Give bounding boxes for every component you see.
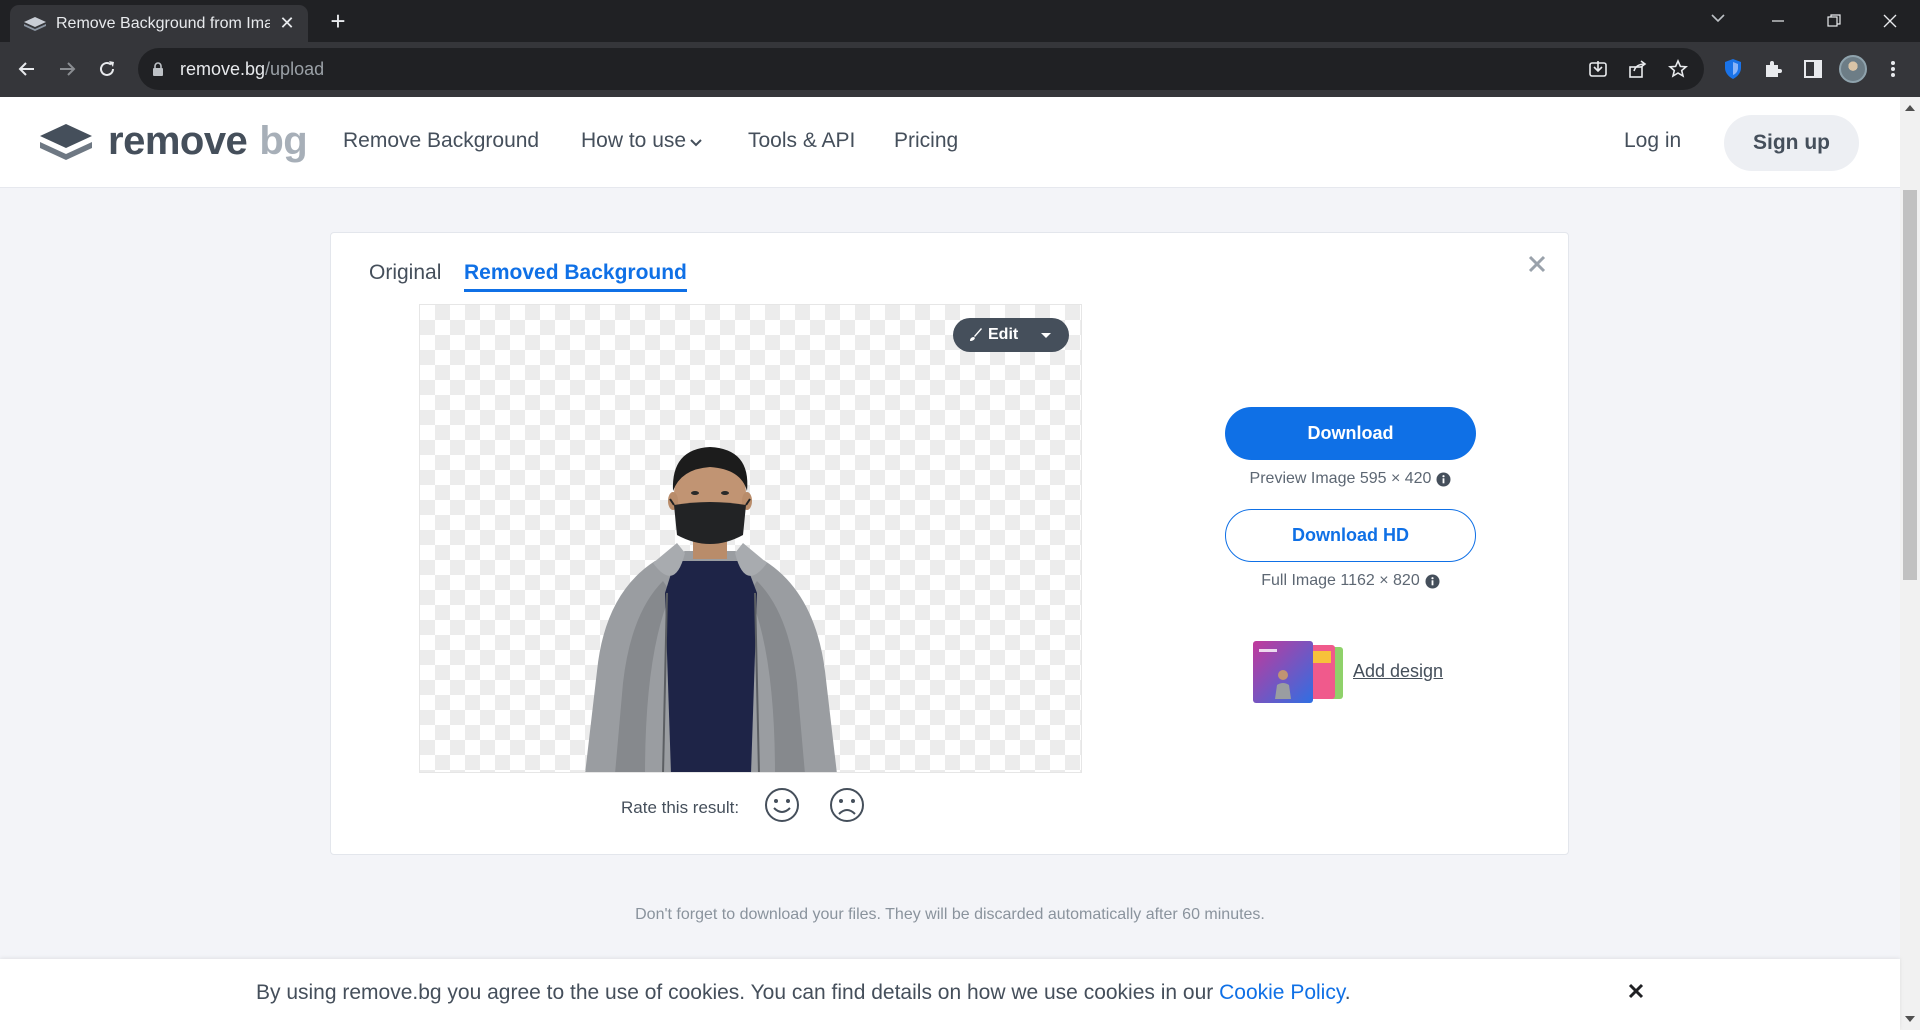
edit-label: Edit (988, 326, 1019, 343)
close-icon[interactable] (1526, 253, 1548, 275)
scroll-up-icon[interactable] (1905, 105, 1915, 111)
back-button[interactable] (14, 56, 40, 82)
download-hd-button[interactable]: Download HD (1225, 509, 1476, 562)
brush-icon (970, 328, 982, 341)
new-tab-button[interactable]: + (326, 8, 350, 34)
removebg-favicon-icon (24, 16, 46, 31)
frown-icon[interactable] (828, 786, 866, 824)
download-button[interactable]: Download (1225, 407, 1476, 460)
nav-pricing[interactable]: Pricing (894, 129, 958, 153)
full-image-info: Full Image 1162 × 820 (1225, 572, 1476, 590)
smile-icon[interactable] (763, 786, 801, 824)
site-header: remove bg Remove Background How to use T… (0, 97, 1900, 187)
nav-tools-api[interactable]: Tools & API (748, 129, 855, 153)
nav-how-to-use[interactable]: How to use (581, 129, 702, 153)
edit-dropdown-caret-icon[interactable] (1041, 332, 1051, 338)
close-window-icon (1883, 14, 1897, 28)
url-path: /upload (265, 58, 325, 79)
add-design-thumbnail[interactable] (1253, 641, 1345, 703)
info-icon[interactable] (1425, 574, 1440, 589)
extension-shield-button[interactable] (1720, 56, 1746, 82)
address-bar[interactable]: remove.bg/upload (138, 48, 1704, 90)
scrollbar-thumb[interactable] (1903, 190, 1917, 580)
sidepanel-icon (1804, 60, 1822, 78)
bookmark-button[interactable] (1666, 57, 1690, 81)
install-icon (1589, 61, 1607, 77)
profile-avatar[interactable] (1839, 55, 1867, 83)
cookie-policy-link[interactable]: Cookie Policy (1219, 981, 1345, 1004)
nav-remove-background[interactable]: Remove Background (343, 129, 539, 153)
tab-search-icon[interactable] (1710, 10, 1726, 26)
preview-image-size: Preview Image 595 × 420 (1249, 470, 1432, 487)
edit-main-action[interactable]: Edit (953, 326, 1041, 344)
share-button[interactable] (1626, 57, 1650, 81)
nav-how-to-use-label: How to use (581, 129, 687, 152)
tab-title: Remove Background from Image (56, 14, 270, 32)
login-link[interactable]: Log in (1624, 129, 1681, 153)
url-host: remove.bg (180, 58, 266, 79)
shield-extension-icon (1725, 59, 1741, 79)
minimize-button[interactable] (1750, 4, 1806, 38)
preview-image-info: Preview Image 595 × 420 (1225, 470, 1476, 488)
person-cutout-image (585, 447, 837, 772)
result-card: Original Removed Background Edit Rate th… (330, 232, 1569, 855)
info-icon[interactable] (1436, 472, 1451, 487)
edit-button[interactable]: Edit (953, 318, 1069, 352)
close-window-button[interactable] (1862, 4, 1918, 38)
tab-original[interactable]: Original (369, 261, 441, 285)
logo-mark-icon (40, 123, 92, 160)
browser-menu-button[interactable] (1880, 56, 1906, 82)
logo-word-remove: remove (108, 119, 248, 163)
restore-icon (1827, 14, 1841, 27)
star-icon (1668, 59, 1688, 78)
cookie-close-icon[interactable] (1626, 981, 1646, 1001)
result-image-preview: Edit (419, 304, 1082, 773)
install-app-button[interactable] (1586, 57, 1610, 81)
removebg-logo[interactable]: remove bg (38, 119, 308, 164)
extensions-button[interactable] (1760, 56, 1786, 82)
chevron-down-icon (690, 139, 702, 147)
cookie-text: By using remove.bg you agree to the use … (256, 981, 1351, 1005)
reload-icon (100, 61, 114, 76)
share-icon (1629, 60, 1647, 78)
discard-notice: Don't forget to download your files. The… (635, 906, 1265, 923)
browser-toolbar: remove.bg/upload (0, 42, 1920, 97)
cookie-message: By using remove.bg you agree to the use … (256, 981, 1220, 1004)
forward-button[interactable] (54, 56, 80, 82)
add-design-link[interactable]: Add design (1353, 661, 1443, 682)
back-arrow-icon (18, 62, 34, 76)
logo-word-bg: bg (259, 119, 308, 163)
cookie-banner: By using remove.bg you agree to the use … (0, 959, 1900, 1030)
full-image-size: Full Image 1162 × 820 (1261, 572, 1420, 589)
browser-tab[interactable]: Remove Background from Image ✕ (10, 5, 308, 42)
page-scrollbar[interactable] (1900, 97, 1920, 1030)
forward-arrow-icon (60, 62, 76, 76)
tab-close-icon[interactable]: ✕ (278, 13, 296, 34)
side-panel-button[interactable] (1800, 56, 1826, 82)
minimize-icon (1772, 20, 1784, 22)
puzzle-icon (1766, 61, 1782, 77)
browser-tab-strip: Remove Background from Image ✕ + (0, 0, 1920, 42)
cookie-period: . (1344, 981, 1351, 1004)
reload-button[interactable] (94, 56, 120, 82)
lock-icon (153, 62, 163, 76)
kebab-menu-icon (1891, 61, 1895, 77)
tab-removed-background[interactable]: Removed Background (464, 261, 687, 292)
rate-result-label: Rate this result: (621, 798, 740, 817)
scroll-down-icon[interactable] (1905, 1016, 1915, 1022)
restore-button[interactable] (1806, 4, 1862, 38)
signup-button[interactable]: Sign up (1724, 115, 1859, 171)
